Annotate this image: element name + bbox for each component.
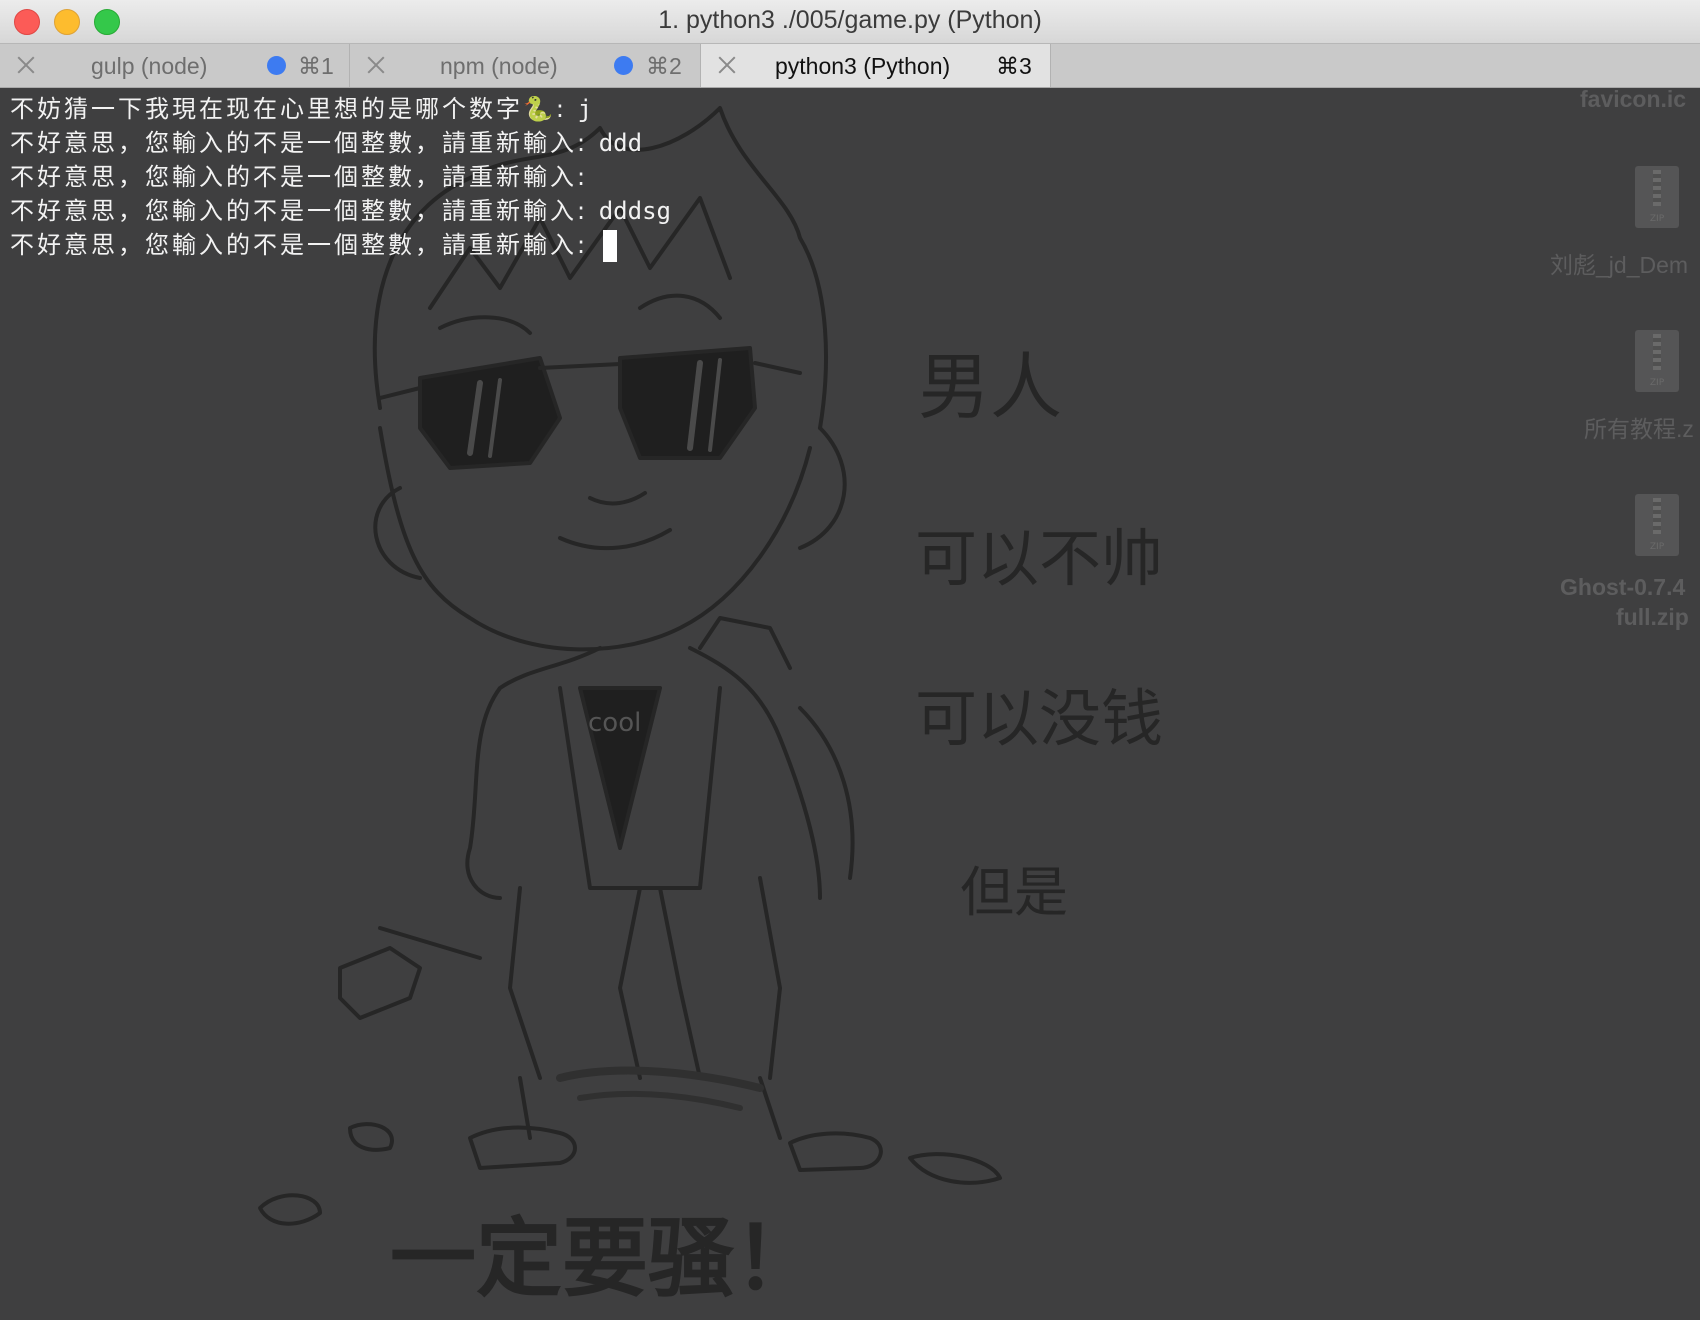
terminal-line[interactable]: 不好意思，您輸入的不是一個整數，請重新輸入: <box>10 228 671 262</box>
activity-dot-icon <box>614 56 633 75</box>
prompt-separator: : <box>555 95 578 123</box>
zip-file-icon[interactable] <box>1635 330 1679 392</box>
user-input: dddsg <box>598 197 671 225</box>
prompt-separator: : <box>577 163 599 191</box>
tab-shortcut: ⌘3 <box>996 53 1032 79</box>
user-input: ddd <box>598 129 643 157</box>
close-tab-icon[interactable] <box>364 53 388 77</box>
wallpaper-shirt-text: cool <box>588 708 642 738</box>
prompt-separator: : <box>577 129 599 157</box>
prompt-separator: : <box>577 197 599 225</box>
tab-shortcut: ⌘2 <box>646 53 682 79</box>
close-tab-icon[interactable] <box>14 53 38 77</box>
prompt-text: 不妨猜一下我現在现在心里想的是哪个数字 <box>10 95 523 123</box>
desktop-icon-label[interactable]: Ghost-0.7.4 <box>1560 574 1700 601</box>
prompt-separator: : <box>577 231 599 259</box>
terminal-line: 不妨猜一下我現在现在心里想的是哪个数字🐍: j <box>10 92 671 126</box>
terminal-output: 不妨猜一下我現在现在心里想的是哪个数字🐍: j 不好意思，您輸入的不是一個整數，… <box>10 92 671 262</box>
desktop-icon-label-line2[interactable]: full.zip <box>1616 604 1700 631</box>
zip-file-icon[interactable] <box>1635 494 1679 556</box>
wallpaper-text-4: 但是 <box>960 861 1068 924</box>
tab-label: python3 (Python) <box>775 53 951 79</box>
wallpaper-text-5: 一定要骚！ <box>390 1209 820 1309</box>
wallpaper-text-3: 可以没钱 <box>915 682 1164 755</box>
desktop-icon-label[interactable]: 所有教程.z <box>1584 410 1700 444</box>
activity-dot-icon <box>267 56 286 75</box>
terminal-line: 不好意思，您輸入的不是一個整數，請重新輸入: ddd <box>10 126 671 160</box>
tab-shortcut: ⌘1 <box>298 53 334 79</box>
desktop-icon-label[interactable]: favicon.ic <box>1580 88 1700 113</box>
prompt-text: 不好意思，您輸入的不是一個整數，請重新輸入 <box>10 129 577 157</box>
terminal-line: 不好意思，您輸入的不是一個整數，請重新輸入: <box>10 160 671 194</box>
tab-bar: gulp (node) ⌘1 npm (node) ⌘2 python3 (Py… <box>0 44 1700 88</box>
prompt-text: 不好意思，您輸入的不是一個整數，請重新輸入 <box>10 197 577 225</box>
tab-gulp[interactable]: gulp (node) ⌘1 <box>0 44 350 87</box>
wallpaper-illustration <box>258 106 1002 1226</box>
terminal-line: 不好意思，您輸入的不是一個整數，請重新輸入: dddsg <box>10 194 671 228</box>
prompt-text: 不好意思，您輸入的不是一個整數，請重新輸入 <box>10 231 577 259</box>
wallpaper-text-2: 可以不帅 <box>915 522 1164 595</box>
window-title: 1. python3 ./005/game.py (Python) <box>658 6 1042 34</box>
prompt-text: 不好意思，您輸入的不是一個整數，請重新輸入 <box>10 163 577 191</box>
wallpaper-text-1: 男人 <box>918 345 1063 429</box>
tab-python[interactable]: python3 (Python) ⌘3 <box>701 44 1051 87</box>
tab-label: npm (node) <box>440 53 558 79</box>
tab-npm[interactable]: npm (node) ⌘2 <box>350 44 701 87</box>
snake-emoji-icon: 🐍 <box>523 95 556 123</box>
terminal-pane[interactable]: cool 男人 可以不帅 可以没钱 但是 一定要骚！ favicon.ic 刘彪… <box>0 88 1700 1320</box>
text-cursor <box>602 230 617 262</box>
zip-file-icon[interactable] <box>1635 166 1679 228</box>
user-input: j <box>577 95 593 123</box>
tab-label: gulp (node) <box>91 53 208 79</box>
close-tab-icon[interactable] <box>715 53 739 77</box>
desktop-icon-label[interactable]: 刘彪_jd_Dem <box>1550 246 1700 280</box>
title-bar: 1. python3 ./005/game.py (Python) <box>0 0 1700 44</box>
